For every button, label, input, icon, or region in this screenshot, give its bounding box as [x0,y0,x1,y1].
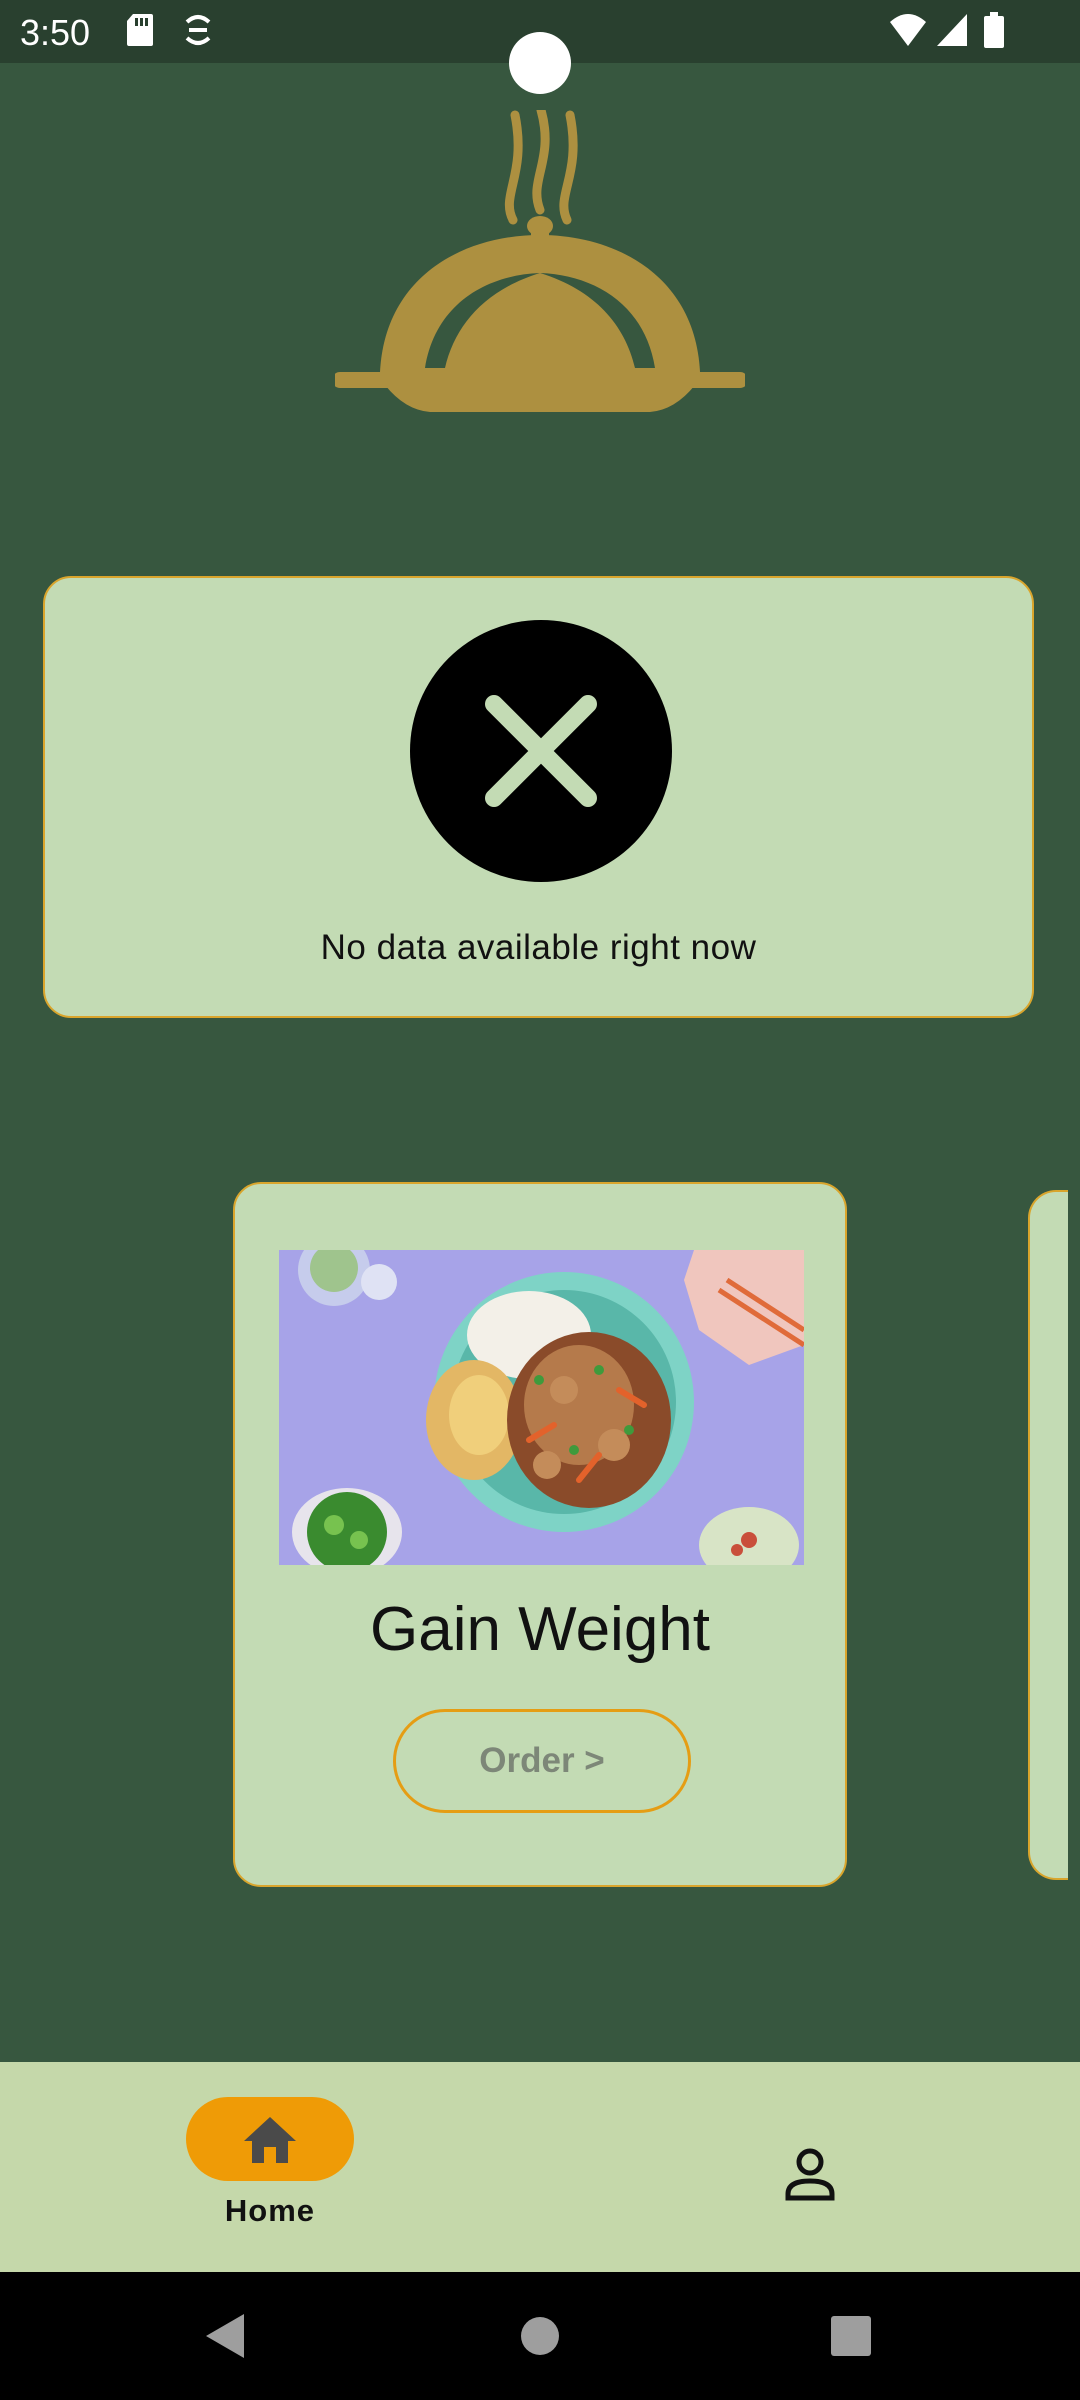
status-time: 3:50 [20,12,91,53]
plan-card[interactable]: Gain Weight Order > [233,1182,847,1887]
nav-item-home[interactable]: Home [140,2097,400,2247]
food-bowl-image [279,1250,804,1565]
no-data-message: No data available right now [320,928,757,967]
close-icon [410,620,672,882]
system-nav-bar [0,2272,1080,2400]
plan-title: Gain Weight [369,1595,711,1664]
recents-icon[interactable] [829,2310,873,2362]
camera-cutout [509,32,571,94]
nav-home-indicator [186,2097,354,2181]
plans-carousel[interactable]: Gain Weight Order > [0,1182,1080,1892]
bottom-nav: Home [0,2062,1080,2272]
battery-icon [984,12,1004,48]
sync-icon [185,15,211,45]
wifi-icon [890,14,926,46]
back-icon[interactable] [200,2310,250,2362]
signal-icon [937,14,967,46]
cloche-icon [335,110,745,412]
order-button[interactable]: Order > [393,1709,691,1813]
nav-home-label: Home [224,2193,316,2228]
next-plan-card[interactable] [1028,1190,1068,1880]
home-icon [244,2117,296,2163]
home-circle-icon[interactable] [519,2310,561,2362]
sd-card-icon [127,14,153,46]
person-icon[interactable] [768,2134,852,2218]
info-card: No data available right now [43,576,1034,1018]
